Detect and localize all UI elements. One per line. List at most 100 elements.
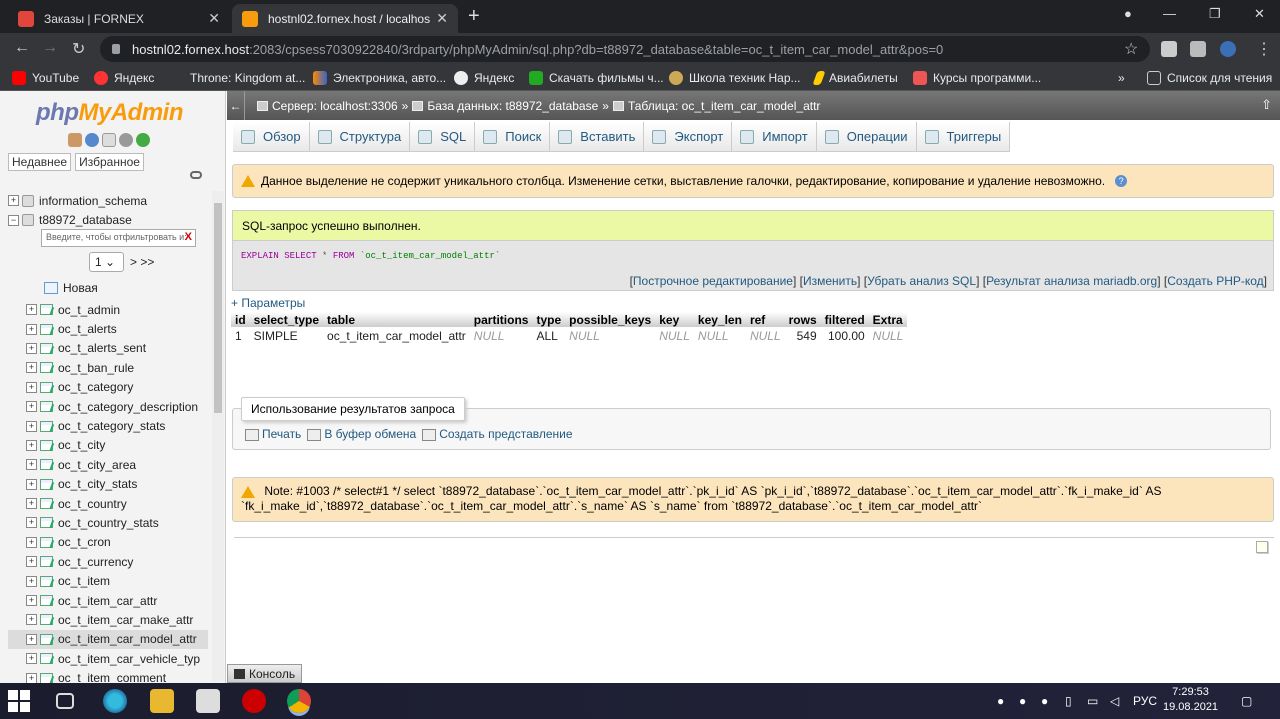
forward-icon[interactable]: → bbox=[42, 39, 58, 57]
collapse-nav-icon[interactable]: ← bbox=[227, 91, 245, 120]
close-tab-icon[interactable]: ✕ bbox=[436, 10, 448, 27]
tab-triggers[interactable]: Триггеры bbox=[916, 122, 1011, 151]
expand-icon[interactable]: + bbox=[26, 342, 37, 354]
reload-nav-icon[interactable] bbox=[136, 133, 150, 147]
expand-icon[interactable]: + bbox=[8, 195, 19, 207]
tab-sql[interactable]: SQL bbox=[410, 122, 476, 151]
breadcrumb-database[interactable]: База данных: t88972_database bbox=[427, 99, 598, 113]
options-toggle[interactable]: + Параметры bbox=[231, 296, 305, 310]
scrollbar-thumb[interactable] bbox=[214, 203, 222, 413]
bookmark-electronics[interactable]: Электроника, авто... bbox=[313, 69, 446, 87]
breadcrumb-server[interactable]: Сервер: localhost:3306 bbox=[272, 99, 398, 113]
tab-browse[interactable]: Обзор bbox=[233, 122, 310, 151]
expand-icon[interactable]: + bbox=[26, 653, 37, 665]
sidebar-table-item[interactable]: + oc_t_city bbox=[8, 436, 208, 455]
edit-link[interactable]: Изменить bbox=[803, 274, 857, 288]
tray-chrome-icon[interactable]: ● bbox=[1041, 694, 1048, 708]
browser-menu-icon[interactable]: ⋮ bbox=[1256, 39, 1272, 59]
copy-clipboard-link[interactable]: В буфер обмена bbox=[307, 427, 416, 441]
avatar-icon[interactable] bbox=[1220, 41, 1236, 57]
print-link[interactable]: Печать bbox=[245, 427, 301, 441]
expand-icon[interactable]: + bbox=[26, 420, 37, 432]
close-tab-icon[interactable]: ✕ bbox=[208, 10, 220, 27]
tab-import[interactable]: Импорт bbox=[732, 122, 817, 151]
table-filter-input[interactable]: Введите, чтобы отфильтровать и: X bbox=[41, 229, 196, 247]
new-table-link[interactable]: Новая bbox=[44, 281, 98, 295]
page-select[interactable]: 1 ⌄ bbox=[89, 252, 124, 272]
expand-icon[interactable]: + bbox=[26, 439, 37, 451]
page-settings-icon[interactable] bbox=[1256, 541, 1268, 553]
expand-icon[interactable]: + bbox=[26, 633, 37, 645]
db-node-t88972[interactable]: − t88972_database bbox=[8, 210, 208, 229]
browser-tab-fornex[interactable]: Заказы | FORNEX ✕ bbox=[8, 4, 230, 33]
expand-icon[interactable]: + bbox=[26, 498, 37, 510]
console-toggle[interactable]: Консоль bbox=[227, 664, 303, 683]
favorites-tab[interactable]: Избранное bbox=[75, 153, 144, 171]
db-node-information-schema[interactable]: + information_schema bbox=[8, 191, 208, 210]
close-window-icon[interactable]: ✕ bbox=[1254, 6, 1265, 22]
docs-icon[interactable] bbox=[102, 133, 116, 147]
browser-tab-phpmyadmin[interactable]: hostnl02.fornex.host / localhost / ✕ bbox=[232, 4, 458, 33]
tray-volume-icon[interactable]: ◁ bbox=[1110, 694, 1119, 708]
explorer-icon[interactable] bbox=[150, 689, 174, 713]
bookmark-yandex-1[interactable]: Яндекс bbox=[94, 69, 154, 87]
create-php-code-link[interactable]: Создать PHP-код bbox=[1167, 274, 1263, 288]
link-icon[interactable] bbox=[190, 171, 202, 179]
tray-weather-icon[interactable]: ● bbox=[1019, 694, 1026, 708]
expand-icon[interactable]: + bbox=[26, 575, 37, 587]
create-view-link[interactable]: Создать представление bbox=[422, 427, 573, 441]
bookmark-school[interactable]: Школа техник Нар... bbox=[669, 69, 801, 87]
sidebar-table-item[interactable]: + oc_t_item_car_attr bbox=[8, 591, 208, 610]
edge-icon[interactable] bbox=[103, 689, 127, 713]
tab-export[interactable]: Экспорт bbox=[644, 122, 733, 151]
sidebar-table-item[interactable]: + oc_t_item_car_make_attr bbox=[8, 610, 208, 629]
tab-structure[interactable]: Структура bbox=[309, 122, 411, 151]
sidebar-table-item[interactable]: + oc_t_item_car_model_attr bbox=[8, 629, 208, 650]
scroll-top-icon[interactable]: ⇧ bbox=[1261, 97, 1272, 113]
bookmarks-more[interactable]: » bbox=[1118, 69, 1125, 87]
nav-scrollbar[interactable] bbox=[212, 191, 224, 681]
home-icon[interactable] bbox=[68, 133, 82, 147]
address-bar[interactable]: hostnl02.fornex.host:2083/cpsess70309228… bbox=[100, 36, 1150, 62]
inline-edit-link[interactable]: Построчное редактирование bbox=[633, 274, 793, 288]
sidebar-table-item[interactable]: + oc_t_admin bbox=[8, 300, 208, 319]
tab-search[interactable]: Поиск bbox=[475, 122, 551, 151]
input-language[interactable]: РУС bbox=[1133, 694, 1157, 708]
reload-icon[interactable]: ↻ bbox=[72, 39, 85, 59]
minimize-icon[interactable]: — bbox=[1163, 6, 1176, 21]
settings-gear-icon[interactable] bbox=[119, 133, 133, 147]
profile-menu-icon[interactable]: ● bbox=[1124, 6, 1132, 21]
sidebar-table-item[interactable]: + oc_t_category bbox=[8, 378, 208, 397]
bookmark-youtube[interactable]: YouTube bbox=[12, 69, 79, 87]
expand-icon[interactable]: + bbox=[26, 595, 37, 607]
windows-start-icon[interactable] bbox=[8, 690, 30, 712]
sidebar-table-item[interactable]: + oc_t_cron bbox=[8, 533, 208, 552]
help-icon[interactable]: ? bbox=[1115, 175, 1128, 187]
expand-icon[interactable]: + bbox=[26, 556, 37, 568]
bookmark-star-icon[interactable]: ☆ bbox=[1124, 39, 1138, 59]
expand-icon[interactable]: + bbox=[26, 459, 37, 471]
tab-insert[interactable]: Вставить bbox=[550, 122, 645, 151]
breadcrumb-table[interactable]: Таблица: oc_t_item_car_model_attr bbox=[628, 99, 820, 113]
sidebar-table-item[interactable]: + oc_t_category_stats bbox=[8, 416, 208, 435]
sidebar-table-item[interactable]: + oc_t_item_comment bbox=[8, 668, 208, 683]
sidebar-table-item[interactable]: + oc_t_item_car_vehicle_typ bbox=[8, 649, 208, 668]
bookmark-yandex-2[interactable]: Яндекс bbox=[454, 69, 514, 87]
puzzle-extensions-icon[interactable] bbox=[1190, 41, 1206, 57]
expand-icon[interactable]: + bbox=[26, 614, 37, 626]
maximize-icon[interactable]: ❐ bbox=[1209, 6, 1221, 22]
expand-icon[interactable]: + bbox=[26, 536, 37, 548]
sidebar-table-item[interactable]: + oc_t_city_area bbox=[8, 455, 208, 474]
tray-network-icon[interactable]: ▭ bbox=[1087, 694, 1098, 708]
bookmark-films[interactable]: Скачать фильмы ч... bbox=[529, 69, 664, 87]
phpmyadmin-logo[interactable]: phpMyAdmin bbox=[36, 99, 183, 127]
clear-filter-icon[interactable]: X bbox=[185, 231, 192, 243]
sidebar-table-item[interactable]: + oc_t_country bbox=[8, 494, 208, 513]
notifications-icon[interactable]: ▢ bbox=[1241, 694, 1252, 708]
sidebar-table-item[interactable]: + oc_t_ban_rule bbox=[8, 358, 208, 377]
expand-icon[interactable]: + bbox=[26, 672, 37, 683]
sidebar-table-item[interactable]: + oc_t_alerts bbox=[8, 319, 208, 338]
new-tab-icon[interactable]: + bbox=[468, 5, 480, 28]
expand-icon[interactable]: + bbox=[26, 381, 37, 393]
bookmark-throne[interactable]: Throne: Kingdom at... bbox=[170, 69, 305, 87]
